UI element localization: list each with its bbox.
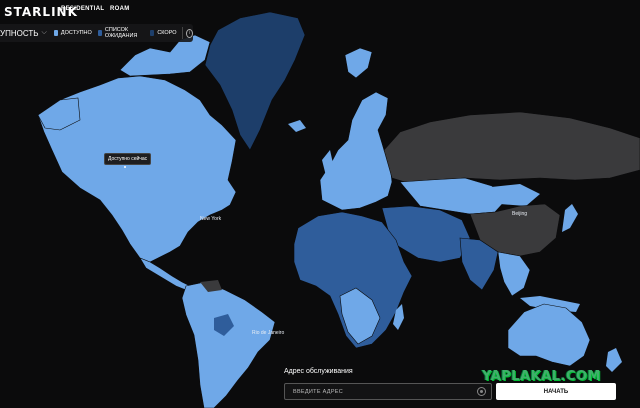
legend-label-soon: СКОРО: [157, 30, 177, 36]
nav-roam[interactable]: ROAM: [110, 6, 130, 12]
tooltip-anchor-dot: [124, 166, 126, 168]
legend-label-available: ДОСТУПНО: [60, 30, 92, 36]
legend-swatch-available: [53, 30, 58, 36]
watermark: YAPLAKAL.COM: [482, 369, 601, 384]
region-central-america: [139, 257, 191, 291]
region-new-zealand: [606, 348, 622, 372]
start-button[interactable]: НАЧАТЬ: [496, 383, 616, 400]
world-coverage-map[interactable]: [0, 0, 640, 408]
legend-swatch-soon: [150, 30, 155, 36]
chevron-down-icon[interactable]: ⌵: [41, 29, 46, 37]
legend-swatch-waitlist: [97, 30, 102, 36]
region-australia: [507, 303, 591, 367]
top-navigation: STARLINK RESIDENTIAL ROAM: [0, 0, 640, 20]
region-europe: [319, 91, 393, 211]
address-input[interactable]: [293, 387, 463, 396]
info-icon[interactable]: i: [186, 28, 194, 38]
region-south-america: [181, 281, 276, 408]
address-field[interactable]: [284, 383, 492, 400]
map-tooltip: Доступно сейчас: [104, 153, 152, 165]
map-label-rio: Rio de Janeiro: [252, 330, 285, 336]
legend-label-waitlist: СПИСОК ОЖИДАНИЯ: [104, 27, 138, 39]
service-address-title: Адрес обслуживания: [284, 368, 353, 375]
region-russia: [383, 111, 640, 183]
availability-legend: УПНОСТЬ ⌵ ДОСТУПНО СПИСОК ОЖИДАНИЯ СКОРО…: [0, 24, 194, 42]
map-label-beijing: Beijing: [512, 211, 528, 217]
region-scandinavia: [344, 47, 373, 79]
legend-title[interactable]: УПНОСТЬ: [0, 29, 38, 38]
region-se-asia: [497, 251, 531, 297]
legend-divider: [181, 27, 183, 39]
nav-residential[interactable]: RESIDENTIAL: [61, 6, 104, 12]
region-iceland: [288, 120, 306, 132]
location-target-icon[interactable]: [477, 387, 486, 396]
region-japan: [562, 204, 578, 232]
map-label-new-york: New York: [200, 216, 222, 222]
